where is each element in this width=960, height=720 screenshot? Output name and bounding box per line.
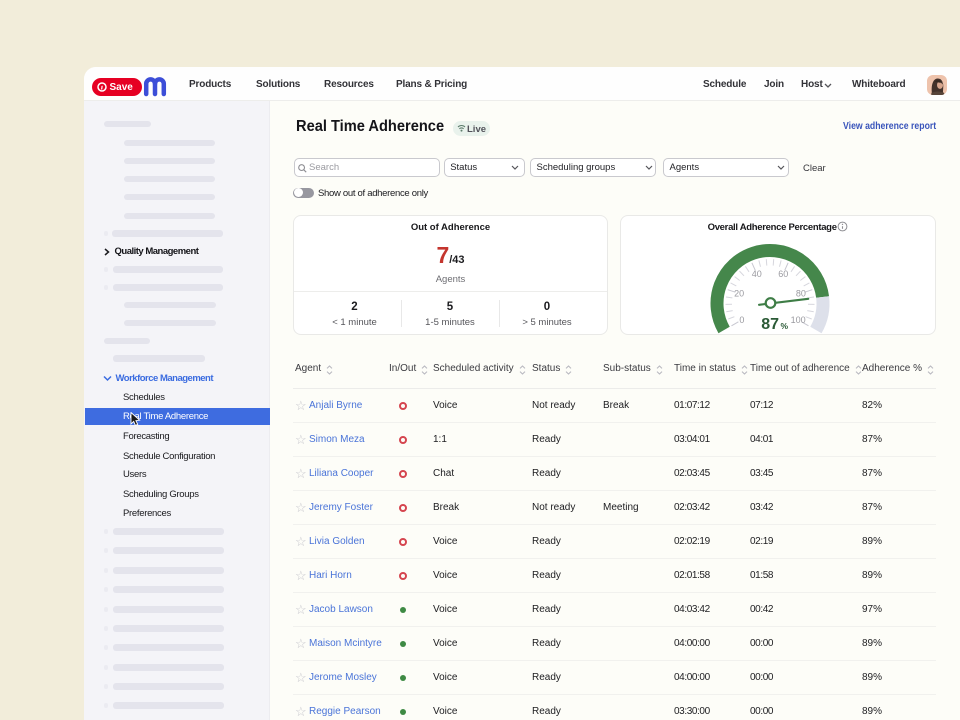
svg-text:80: 80 xyxy=(796,289,806,299)
svg-text:20: 20 xyxy=(734,289,744,299)
svg-text:0: 0 xyxy=(739,315,744,325)
svg-text:40: 40 xyxy=(752,269,762,279)
svg-text:87: 87 xyxy=(761,316,779,333)
svg-text:100: 100 xyxy=(791,315,806,325)
svg-text:60: 60 xyxy=(778,269,788,279)
svg-text:%: % xyxy=(781,321,789,331)
